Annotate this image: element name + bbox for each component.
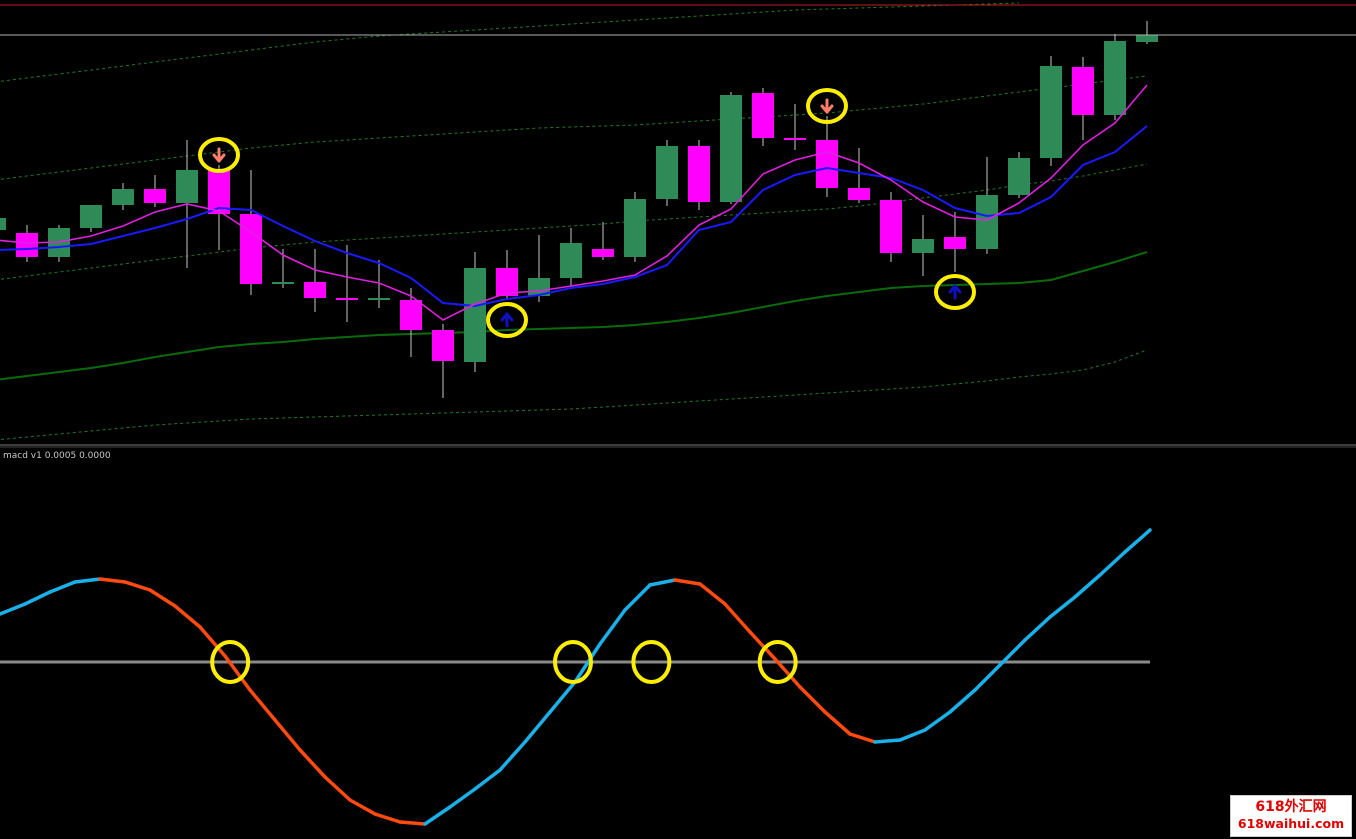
candle-bear: [592, 249, 614, 257]
candle-bull: [624, 199, 646, 257]
candle-bull: [368, 298, 390, 300]
candle-bear: [400, 300, 422, 330]
candle-bear: [784, 138, 806, 140]
macd-segment-down: [123, 580, 152, 592]
macd-segment-up: [1098, 550, 1127, 577]
watermark-line1: 618外汇网: [1255, 799, 1327, 815]
candle-bear: [336, 298, 358, 300]
candle-bull: [272, 282, 294, 284]
macd-segment-down: [723, 602, 752, 634]
candle-bull: [976, 195, 998, 249]
candle-bull: [560, 243, 582, 278]
macd-segment-up: [448, 787, 477, 809]
candle-bear: [144, 189, 166, 203]
sell-arrow-icon: [212, 147, 226, 163]
macd-segment-down: [148, 588, 177, 608]
candle-bear: [240, 214, 262, 284]
macd-segment-up: [598, 608, 627, 646]
candle-bull: [1040, 66, 1062, 158]
macd-segment-down: [698, 582, 727, 606]
candle-bull: [656, 146, 678, 199]
macd-segment-up: [523, 710, 552, 744]
candle-bear: [432, 330, 454, 361]
macd-segment-up: [898, 728, 927, 742]
macd-segment-down: [273, 718, 302, 752]
ma-slow-line: [0, 125, 1148, 308]
macd-segment-down: [98, 577, 127, 584]
macd-segment-up: [923, 710, 952, 732]
candle-bear: [304, 282, 326, 298]
candle-bear: [1072, 67, 1094, 115]
macd-segment-down: [298, 748, 327, 779]
candle-bull: [80, 205, 102, 228]
candle-bull: [1136, 35, 1158, 42]
macd-segment-down: [248, 688, 277, 722]
macd-segment-up: [548, 680, 577, 714]
macd-segment-up: [423, 805, 452, 826]
candle-bear: [848, 188, 870, 200]
macd-segment-down: [823, 710, 852, 736]
macd-segment-down: [348, 798, 377, 816]
macd-segment-down: [673, 578, 702, 586]
macd-segment-down: [173, 604, 202, 629]
candle-bull: [912, 239, 934, 253]
macd-segment-up: [473, 768, 502, 791]
buy-arrow-icon: [500, 312, 514, 328]
candle-bear: [944, 237, 966, 249]
candle-bull: [0, 218, 6, 230]
band-top-line: [0, 2, 1020, 82]
macd-segment-up: [73, 577, 102, 584]
watermark-line2: 618waihui.com: [1237, 816, 1345, 831]
buy-arrow-icon: [948, 284, 962, 300]
candle-bull: [1008, 158, 1030, 195]
macd-segment-up: [23, 590, 52, 606]
macd-panel: [0, 528, 1152, 826]
macd-segment-down: [373, 812, 402, 824]
candle-bear: [880, 200, 902, 253]
band-upper-line: [0, 75, 1148, 180]
macd-segment-up: [623, 583, 652, 612]
macd-segment-down: [398, 820, 427, 826]
macd-segment-up: [1023, 615, 1052, 642]
candle-bear: [816, 140, 838, 188]
macd-segment-up: [973, 663, 1002, 692]
candle-bear: [752, 93, 774, 138]
macd-segment-down: [848, 732, 877, 744]
macd-segment-up: [1073, 573, 1102, 599]
candle-bear: [16, 233, 38, 257]
candle-bull: [176, 170, 198, 203]
macd-segment-up: [948, 688, 977, 714]
macd-segment-up: [1048, 595, 1077, 619]
macd-segment-down: [323, 775, 352, 802]
macd-segment-up: [873, 738, 902, 744]
price-panel: [0, 2, 1158, 441]
trading-chart: [0, 2, 1356, 826]
candle-bear: [688, 146, 710, 202]
macd-segment-up: [1123, 528, 1152, 554]
macd-segment-up: [48, 580, 77, 594]
candle-bull: [112, 189, 134, 205]
watermark: 618外汇网 618waihui.com: [1230, 795, 1352, 837]
macd-segment-up: [0, 602, 27, 616]
band-bottom-line: [0, 349, 1148, 441]
macd-segment-down: [798, 685, 827, 714]
macd-segment-up: [648, 578, 677, 587]
indicator-label: macd v1 0.0005 0.0000: [3, 451, 111, 461]
macd-segment-up: [498, 740, 527, 772]
candle-bull: [1104, 41, 1126, 115]
candle-bull: [720, 95, 742, 202]
candle-bull: [464, 268, 486, 362]
sell-arrow-icon: [820, 98, 834, 114]
